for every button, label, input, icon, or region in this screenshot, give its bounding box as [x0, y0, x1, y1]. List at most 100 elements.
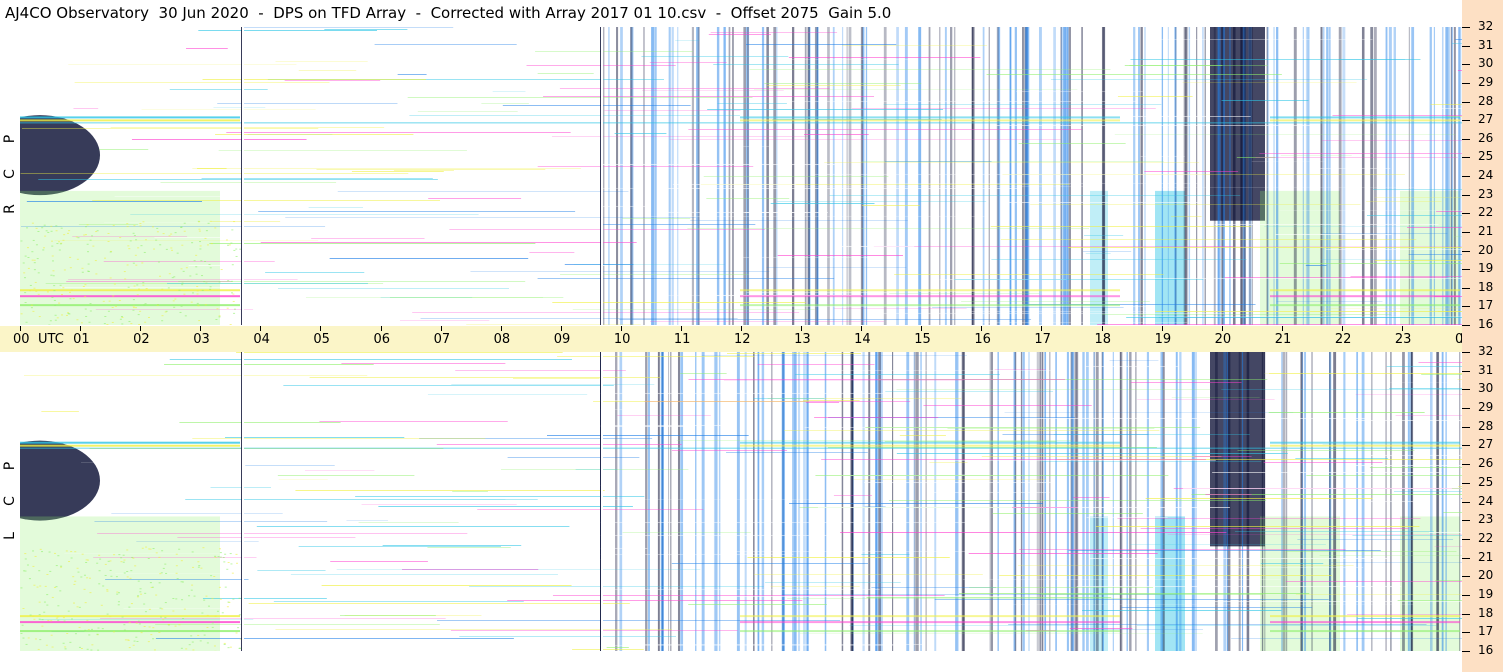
- time-label: 10: [613, 332, 631, 347]
- time-label: 17: [1034, 332, 1051, 347]
- freq-tickmark: [1462, 306, 1470, 308]
- freq-tickmark: [1462, 482, 1470, 484]
- spectrogram-rcp: [20, 27, 1462, 325]
- time-label: 18: [1094, 332, 1112, 347]
- freq-label-rcp: 18: [1478, 279, 1494, 294]
- time-tickmark: [1041, 326, 1043, 331]
- time-tickmark: [620, 326, 622, 331]
- freq-tickmark: [1462, 213, 1470, 215]
- time-tickmark: [140, 326, 142, 331]
- freq-label-lcp: 21: [1478, 549, 1494, 564]
- freq-tickmark: [1462, 370, 1470, 372]
- freq-tickmark: [1462, 287, 1470, 289]
- freq-label-rcp: 26: [1478, 130, 1494, 145]
- freq-tickmark: [1462, 613, 1470, 615]
- freq-tickmark: [1462, 325, 1470, 326]
- time-tickmark: [1281, 326, 1283, 331]
- freq-tickmark: [1462, 82, 1470, 84]
- freq-label-rcp: 29: [1478, 74, 1494, 89]
- time-label: 23: [1394, 332, 1412, 347]
- time-tickmark: [20, 326, 21, 331]
- freq-label-lcp: 25: [1478, 474, 1494, 489]
- time-tickmark: [680, 326, 682, 331]
- time-tickmark: [741, 326, 742, 331]
- freq-tickmark: [1462, 594, 1470, 596]
- freq-tickmark: [1462, 389, 1470, 391]
- time-label: 15: [914, 332, 931, 347]
- pol-letter-bottom-1: P: [2, 461, 18, 471]
- freq-label-lcp: 22: [1478, 530, 1494, 545]
- time-tickmark: [1161, 326, 1163, 331]
- freq-tickmark: [1462, 176, 1470, 177]
- freq-tickmark: [1462, 352, 1470, 353]
- freq-label-rcp: 24: [1478, 168, 1494, 182]
- freq-label-lcp: 27: [1478, 437, 1494, 452]
- freq-label-lcp: 26: [1478, 456, 1494, 471]
- freq-label-lcp: 29: [1478, 400, 1494, 415]
- time-label: 05: [313, 332, 330, 347]
- pol-letter-top-3: R: [2, 204, 18, 214]
- freq-tickmark: [1462, 557, 1470, 559]
- time-tickmark: [981, 326, 983, 331]
- freq-label-lcp: 32: [1478, 344, 1494, 358]
- title-bar: AJ4CO Observatory 30 Jun 2020 - DPS on T…: [0, 0, 1462, 26]
- freq-label-lcp: 23: [1478, 512, 1494, 527]
- time-tickmark: [260, 326, 262, 331]
- time-tickmark: [921, 326, 923, 331]
- time-label: 11: [673, 332, 691, 347]
- time-tickmark: [861, 326, 863, 331]
- freq-tickmark: [1462, 64, 1470, 66]
- freq-tickmark: [1462, 120, 1470, 122]
- freq-tickmark: [1462, 269, 1470, 271]
- freq-tickmark: [1462, 27, 1470, 28]
- freq-label-rcp: 16: [1478, 317, 1494, 331]
- time-tickmark: [500, 326, 502, 331]
- freq-tickmark: [1462, 538, 1470, 540]
- time-tickmark: [380, 326, 382, 331]
- freq-label-lcp: 24: [1478, 493, 1494, 508]
- freq-label-lcp: 20: [1478, 568, 1494, 583]
- freq-tickmark: [1462, 250, 1470, 252]
- freq-label-rcp: 28: [1478, 93, 1494, 108]
- freq-tickmark: [1462, 464, 1470, 466]
- freq-tickmark: [1462, 45, 1470, 47]
- freq-label-rcp: 23: [1478, 186, 1494, 201]
- spectrogram-svg: [20, 27, 1462, 325]
- time-axis: 00 UTC 01 02 03 04 05 06 07 08 09 10 11 12 13 14 15 16 17 1…: [0, 326, 1488, 352]
- freq-tickmark: [1462, 632, 1470, 634]
- time-label: 08: [493, 332, 511, 347]
- time-tickmark: [80, 326, 82, 331]
- freq-label-lcp: 17: [1478, 624, 1494, 639]
- time-label: 00: [13, 332, 30, 347]
- freq-tickmark: [1462, 194, 1470, 196]
- freq-label-rcp: 27: [1478, 112, 1494, 127]
- freq-tickmark: [1462, 231, 1470, 233]
- pol-letter-bottom-2: C: [2, 496, 18, 506]
- freq-tickmark: [1462, 520, 1470, 522]
- freq-label-lcp: 28: [1478, 418, 1494, 433]
- time-tickmark: [440, 326, 442, 331]
- freq-label-rcp: 20: [1478, 242, 1494, 257]
- freq-tickmark: [1462, 138, 1470, 140]
- time-label: 21: [1274, 332, 1292, 347]
- freq-label-rcp: 22: [1478, 205, 1494, 220]
- freq-label-rcp: 19: [1478, 261, 1494, 276]
- freq-tickmark: [1462, 426, 1470, 428]
- freq-label-lcp: 16: [1478, 643, 1494, 657]
- time-label: 04: [253, 332, 270, 347]
- time-label: UTC: [38, 332, 64, 347]
- time-label: 09: [553, 332, 571, 347]
- freq-label-lcp: 18: [1478, 605, 1494, 620]
- time-label: 06: [373, 332, 391, 347]
- time-tickmark: [1341, 326, 1343, 331]
- freq-label-rcp: 17: [1478, 298, 1494, 313]
- time-label: 20: [1214, 332, 1232, 347]
- time-label: 07: [433, 332, 451, 347]
- time-tickmark: [560, 326, 562, 331]
- time-label: 22: [1334, 332, 1352, 347]
- freq-tickmark: [1462, 101, 1470, 103]
- time-label: 14: [854, 332, 871, 347]
- freq-tickmark: [1462, 501, 1470, 503]
- freq-tickmark: [1462, 576, 1470, 578]
- spectrogram-svg: [20, 352, 1462, 651]
